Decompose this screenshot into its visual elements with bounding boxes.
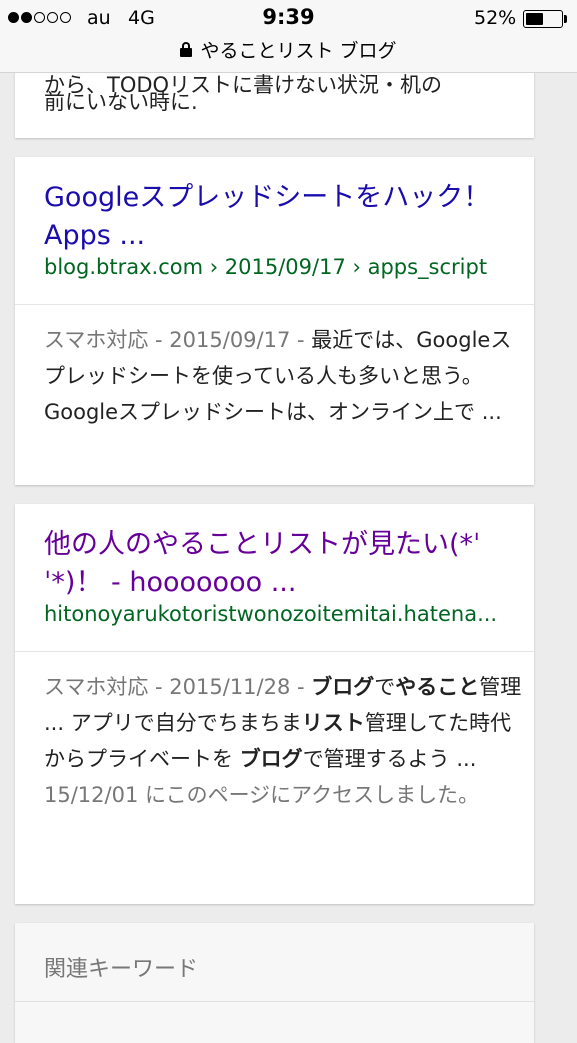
snippet-highlight: ブログ	[239, 747, 303, 771]
snippet-highlight: リスト	[301, 711, 365, 735]
snippet-text: で	[374, 675, 396, 699]
battery-nub	[564, 15, 567, 23]
divider	[15, 1001, 534, 1002]
search-result-card: 他の人のやることリストが見たい(*ˈ ˈ*)！ - hooooooo ... h…	[15, 504, 534, 904]
divider	[15, 304, 534, 305]
related-keywords-header: 関連キーワード	[44, 957, 199, 982]
status-bar: au 4G 9:39 52%	[0, 0, 577, 38]
snippet-text: で管理するよう ...	[302, 747, 477, 771]
result-meta: スマホ対応 - 2015/09/17 -	[44, 328, 305, 352]
battery-percent: 52%	[474, 7, 517, 29]
result-title-link[interactable]: 他の人のやることリストが見たい(*ˈ ˈ*)！ - hooooooo ...	[44, 526, 519, 602]
url-bar[interactable]: やることリスト ブログ	[0, 36, 577, 63]
browser-top-bar: au 4G 9:39 52% やることリスト ブログ	[0, 0, 577, 73]
result-snippet: スマホ対応 - 2015/09/17 - 最近では、Googleスプレッドシート…	[44, 322, 526, 430]
lock-icon	[180, 42, 193, 57]
result-snippet: スマホ対応 - 2015/11/28 - ブログでやること管理 ... アプリで…	[44, 669, 526, 813]
battery-icon	[523, 10, 563, 28]
snippet-highlight: ブログ	[311, 675, 375, 699]
visited-note: 15/12/01 にこのページにアクセスしました。	[44, 783, 480, 807]
snippet-text: 前にいない時に.	[44, 90, 198, 114]
divider	[15, 651, 534, 652]
result-source-url[interactable]: hitonoyarukotoristwonozoitemitai.hatena.…	[44, 602, 524, 626]
result-meta: スマホ対応 - 2015/11/28 -	[44, 675, 305, 699]
snippet-highlight: やること	[395, 675, 480, 699]
result-source-url[interactable]: blog.btrax.com › 2015/09/17 › apps_scrip…	[44, 255, 524, 279]
search-result-card: Googleスプレッドシートをハック！ Apps ... blog.btrax.…	[15, 157, 534, 485]
result-title-link[interactable]: Googleスプレッドシートをハック！ Apps ...	[44, 179, 519, 255]
related-keywords-card: 関連キーワード	[15, 923, 534, 1043]
url-title[interactable]: やることリスト ブログ	[200, 36, 396, 63]
